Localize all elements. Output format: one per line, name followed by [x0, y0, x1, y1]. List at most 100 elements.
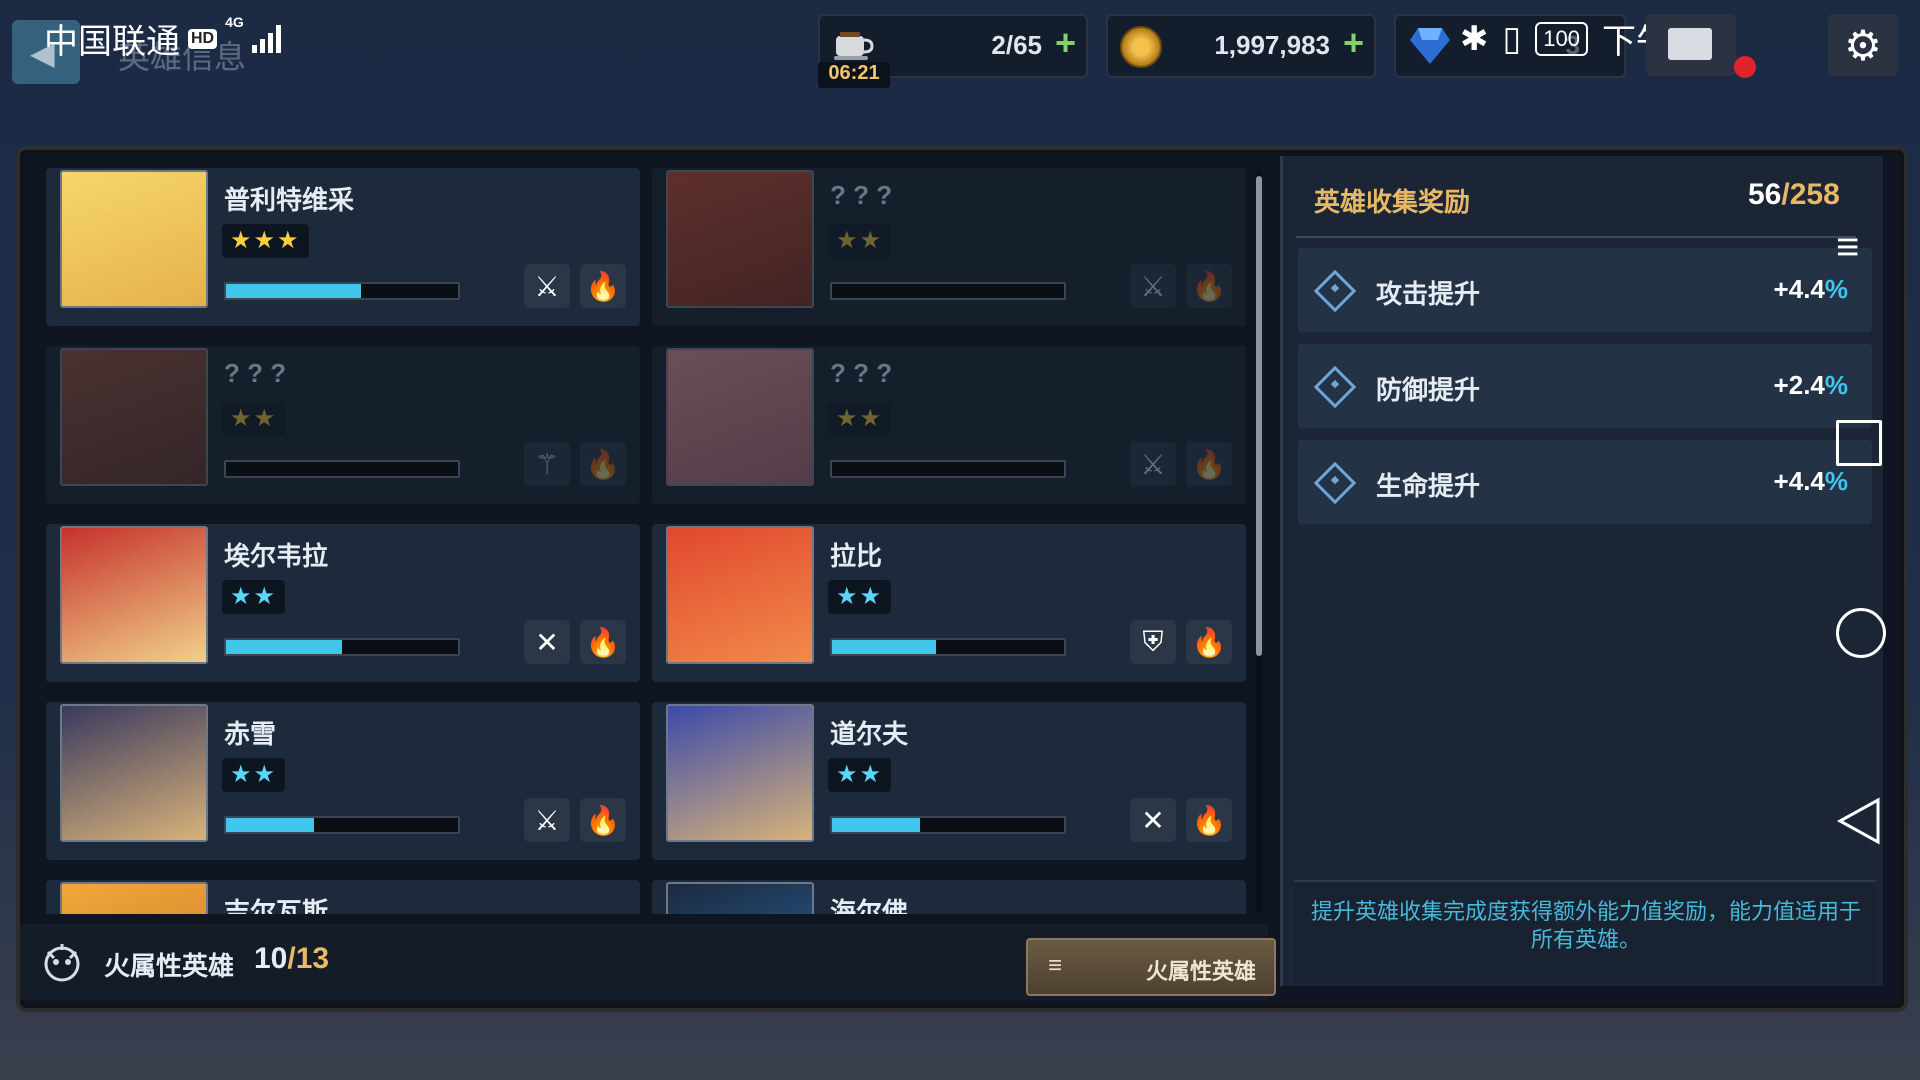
hero-card-locked[interactable]: ? ? ? ★★ ⚔ 🔥 — [652, 346, 1246, 504]
hero-card[interactable]: 埃尔韦拉 ★★ ✕ 🔥 — [46, 524, 640, 682]
hero-card[interactable]: 普利特维采 ★★★ ⚔ 🔥 — [46, 168, 640, 326]
bluetooth-icon: ✱ — [1460, 19, 1489, 58]
mail-button[interactable] — [1646, 14, 1736, 76]
hero-name: 赤雪 — [224, 719, 277, 749]
sword-role-icon: ⚔ — [524, 798, 570, 842]
star-rating: ★★ — [222, 402, 286, 436]
filter-button-label: 火属性英雄 — [1145, 959, 1256, 984]
hero-portrait — [666, 348, 814, 486]
stat-name: 攻击提升 — [1376, 279, 1481, 309]
info-text: 提升英雄收集完成度获得额外能力值奖励，能力值适用于所有英雄。 — [1310, 899, 1861, 952]
divider — [1296, 236, 1856, 238]
stat-value: +2.4% — [1774, 370, 1848, 401]
hero-progress-bar — [224, 460, 460, 478]
reward-count-total: /258 — [1781, 178, 1840, 211]
hero-progress-fill — [226, 284, 361, 298]
fire-element-icon: 🔥 — [580, 442, 626, 486]
star-rating: ★★ — [828, 224, 892, 258]
hero-portrait — [666, 882, 814, 914]
hero-card-locked[interactable]: ? ? ? ★★ ⚔ 🔥 — [652, 168, 1246, 326]
fire-element-icon: 🔥 — [1186, 442, 1232, 486]
stat-name: 生命提升 — [1376, 471, 1481, 501]
fire-element-icon: 🔥 — [1186, 620, 1232, 664]
hero-portrait — [60, 348, 208, 486]
vibrate-icon: ▯ — [1502, 19, 1522, 58]
stat-row-defense: 防御提升 +2.4% — [1298, 344, 1872, 428]
stat-value: +4.4% — [1774, 274, 1848, 305]
star-rating: ★★ — [222, 580, 286, 614]
fire-element-icon: 🔥 — [580, 798, 626, 842]
expand-menu-icon[interactable]: ≡ — [1836, 227, 1859, 267]
menu-icon: ≡ — [1048, 952, 1063, 979]
hero-progress-fill — [832, 818, 921, 832]
hero-card[interactable]: 海尔佛 — [652, 880, 1246, 914]
fire-element-icon: 🔥 — [580, 620, 626, 664]
fire-element-icon: 🔥 — [580, 264, 626, 308]
scrollbar-thumb[interactable] — [1256, 176, 1262, 656]
stat-name: 防御提升 — [1376, 375, 1481, 405]
add-stamina-button[interactable]: + — [1055, 22, 1076, 64]
hero-card[interactable]: 道尔夫 ★★ ✕ 🔥 — [652, 702, 1246, 860]
bow-role-icon: ✕ — [1130, 798, 1176, 842]
coffee-cup-icon — [834, 32, 874, 60]
hero-progress-bar — [224, 282, 460, 300]
stat-value-unit: % — [1824, 274, 1848, 304]
reward-count: 56/258 — [1748, 178, 1840, 212]
hero-name: 普利特维采 — [224, 185, 355, 215]
hero-progress-fill — [226, 640, 342, 654]
hero-portrait — [666, 170, 814, 308]
sword-role-icon: ⚔ — [524, 264, 570, 308]
star-rating: ★★ — [828, 758, 892, 792]
hero-progress-bar — [830, 816, 1066, 834]
staff-role-icon: ⚚ — [524, 442, 570, 486]
hero-card[interactable]: 吉尔瓦斯 — [46, 880, 640, 914]
hero-card[interactable]: 拉比 ★★ ⛨ 🔥 — [652, 524, 1246, 682]
hero-progress-bar — [830, 638, 1066, 656]
hero-portrait — [666, 526, 814, 664]
back-triangle-icon[interactable] — [1836, 796, 1882, 846]
status-bar-left: 中国联通 HD 4G — [44, 14, 281, 63]
gold-box: 1,997,983 + — [1106, 14, 1376, 78]
diamond-icon — [1313, 461, 1357, 505]
sword-role-icon: ⚔ — [1130, 264, 1176, 308]
hero-progress-bar — [830, 282, 1066, 300]
hero-name: ? ? ? — [830, 180, 893, 210]
shield-role-icon: ⛨ — [1130, 620, 1176, 664]
hero-list[interactable]: 普利特维采 ★★★ ⚔ 🔥? ? ? ★★ ⚔ 🔥? ? ? ★★ ⚚ 🔥? ? ? ★★ ⚔ 🔥 埃尔韦… — [46, 168, 1246, 914]
home-button[interactable] — [1836, 608, 1886, 658]
stat-row-health: 生命提升 +4.4% — [1298, 440, 1872, 524]
reward-title: 英雄收集奖励 — [1314, 187, 1471, 217]
fire-element-icon — [44, 944, 80, 982]
stat-value-unit: % — [1824, 466, 1848, 496]
hero-progress-fill — [832, 640, 937, 654]
notification-dot — [1734, 56, 1756, 78]
add-gold-button[interactable]: + — [1343, 22, 1364, 64]
hero-progress-bar — [224, 816, 460, 834]
hero-name: 道尔夫 — [830, 719, 909, 749]
stat-value-number: +2.4 — [1773, 370, 1825, 400]
recent-apps-button[interactable] — [1836, 420, 1882, 466]
hero-name: 海尔佛 — [830, 897, 909, 914]
element-filter-button[interactable]: ≡ 火属性英雄 — [1026, 938, 1276, 996]
gold-coin-icon — [1120, 26, 1162, 68]
hero-portrait — [60, 882, 208, 914]
battery-indicator: 100 — [1535, 21, 1588, 56]
owned-count: 10 — [254, 942, 288, 975]
network-type: 4G — [225, 14, 244, 30]
hero-portrait — [666, 704, 814, 842]
settings-button[interactable]: ⚙ — [1828, 14, 1898, 76]
stamina-value: 2/65 — [991, 30, 1042, 60]
hero-progress-bar — [830, 460, 1066, 478]
stat-value-number: +4.4 — [1773, 274, 1825, 304]
hero-name: 拉比 — [830, 541, 883, 571]
gold-value: 1,997,983 — [1214, 30, 1330, 60]
hd-badge: HD — [188, 28, 218, 49]
star-rating: ★★ — [828, 580, 892, 614]
hero-card[interactable]: 赤雪 ★★ ⚔ 🔥 — [46, 702, 640, 860]
hero-card-locked[interactable]: ? ? ? ★★ ⚚ 🔥 — [46, 346, 640, 504]
hero-progress-fill — [226, 818, 315, 832]
stamina-timer: 06:21 — [818, 62, 890, 88]
hero-name: 埃尔韦拉 — [224, 541, 329, 571]
fire-element-icon: 🔥 — [1186, 798, 1232, 842]
fire-element-icon: 🔥 — [1186, 264, 1232, 308]
